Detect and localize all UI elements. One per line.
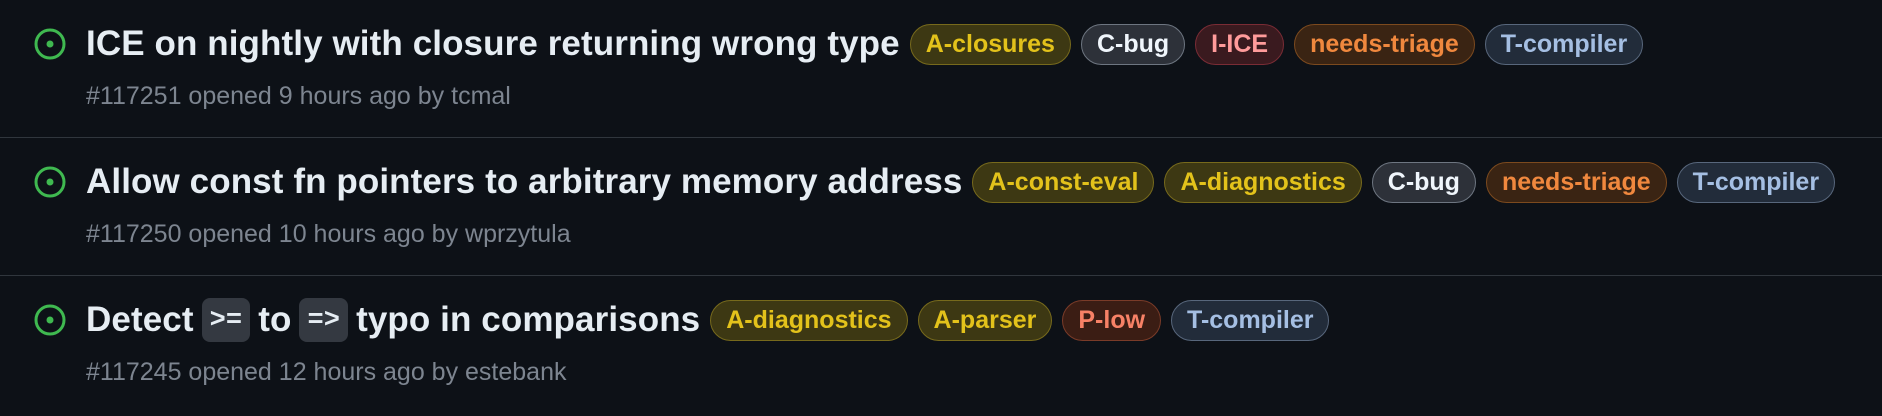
issue-opened-icon bbox=[32, 26, 68, 62]
issue-opened-icon bbox=[32, 302, 68, 338]
label-list: A-diagnostics A-parser P-low T-compiler bbox=[710, 299, 1330, 341]
label-list: A-closures C-bug I-ICE needs-triage T-compil… bbox=[909, 23, 1644, 65]
issue-title-text: Detect bbox=[86, 300, 194, 339]
issue-title-text: ICE on nightly with closure returning wr… bbox=[86, 24, 900, 63]
label-a-const-eval[interactable]: A-const-eval bbox=[972, 161, 1155, 203]
inline-code: => bbox=[299, 298, 349, 342]
label-i-ice[interactable]: I-ICE bbox=[1195, 23, 1285, 65]
issue-row: ICE on nightly with closure returning wr… bbox=[0, 0, 1882, 138]
label-c-bug[interactable]: C-bug bbox=[1080, 23, 1186, 65]
label-t-compiler[interactable]: T-compiler bbox=[1484, 23, 1644, 65]
label-t-compiler[interactable]: T-compiler bbox=[1171, 299, 1330, 341]
label-a-diagnostics[interactable]: A-diagnostics bbox=[710, 299, 908, 341]
issue-row: Allow const fn pointers to arbitrary mem… bbox=[0, 138, 1882, 276]
issue-title-text: to bbox=[258, 300, 292, 339]
label-a-parser[interactable]: A-parser bbox=[917, 299, 1053, 341]
issue-title-text: Allow const fn pointers to arbitrary mem… bbox=[86, 162, 963, 201]
label-needs-triage[interactable]: needs-triage bbox=[1485, 161, 1667, 203]
issue-meta: #117251 opened 9 hours ago by tcmal bbox=[86, 82, 511, 110]
issue-title-link[interactable]: ICE on nightly with closure returning wr… bbox=[86, 24, 900, 64]
inline-code: >= bbox=[201, 298, 251, 342]
label-a-closures[interactable]: A-closures bbox=[909, 23, 1071, 65]
issue-list: ICE on nightly with closure returning wr… bbox=[0, 0, 1882, 416]
label-t-compiler[interactable]: T-compiler bbox=[1676, 161, 1836, 203]
issue-title-link[interactable]: Detect >= to => typo in comparisons bbox=[86, 298, 700, 342]
issue-row: Detect >= to => typo in comparisons A-diagno… bbox=[0, 276, 1882, 416]
issue-title-link[interactable]: Allow const fn pointers to arbitrary mem… bbox=[86, 162, 962, 202]
label-needs-triage[interactable]: needs-triage bbox=[1294, 23, 1475, 65]
label-list: A-const-eval A-diagnostics C-bug needs-tria… bbox=[972, 161, 1836, 203]
label-a-diagnostics[interactable]: A-diagnostics bbox=[1164, 161, 1362, 203]
issue-meta: #117245 opened 12 hours ago by estebank bbox=[86, 358, 567, 386]
issue-opened-icon bbox=[32, 164, 68, 200]
issue-meta: #117250 opened 10 hours ago by wprzytula bbox=[86, 220, 571, 248]
issue-title-text: typo in comparisons bbox=[356, 300, 701, 339]
label-p-low[interactable]: P-low bbox=[1062, 299, 1162, 341]
label-c-bug[interactable]: C-bug bbox=[1371, 161, 1476, 203]
